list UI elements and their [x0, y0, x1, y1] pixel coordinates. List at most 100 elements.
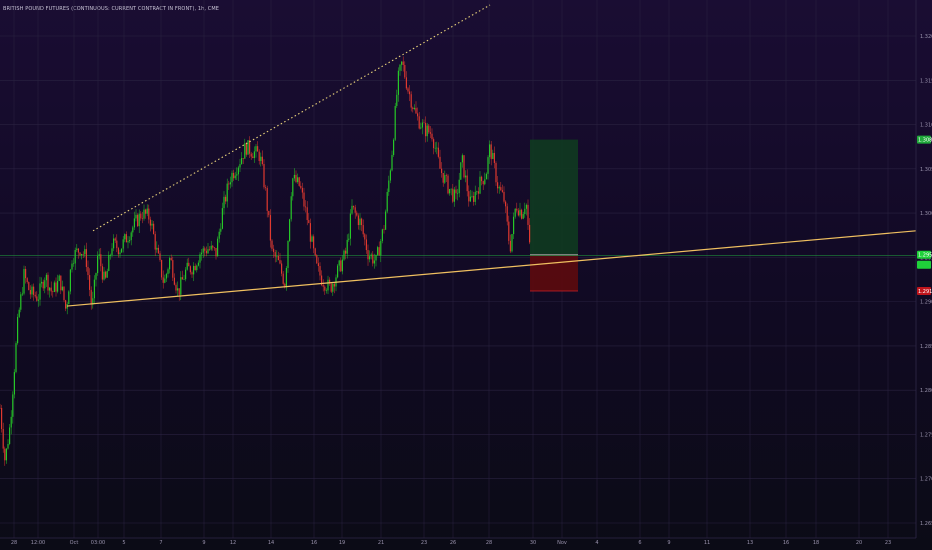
candle-body [231, 172, 233, 183]
candle-body [41, 281, 43, 284]
lower-trendline[interactable] [66, 230, 917, 307]
candle-body [258, 151, 260, 161]
candle-body [226, 183, 228, 202]
candle-body [28, 282, 30, 291]
candle-body [63, 286, 65, 301]
candle-body [17, 316, 19, 344]
candle-body [513, 216, 515, 235]
y-tick-label: 1.2650 [920, 521, 932, 527]
candle-body [449, 189, 451, 194]
candle-body [365, 239, 367, 251]
candle-body [381, 229, 383, 242]
candle-body [122, 239, 124, 249]
candle-body [402, 61, 404, 66]
candle-body [186, 262, 188, 270]
candle-body [313, 236, 315, 249]
y-tick-label: 1.3100 [920, 123, 932, 129]
candle-body [492, 152, 494, 159]
candle-body [77, 248, 79, 253]
x-tick-label: 16 [311, 540, 317, 546]
candle-body [412, 107, 414, 110]
candle-body [428, 125, 430, 133]
candle-body [324, 286, 326, 291]
y-tick-label: 1.3000 [920, 211, 932, 217]
candle-body [97, 255, 99, 274]
candle-body [129, 240, 131, 242]
candle-body [461, 155, 463, 163]
candle-body [228, 183, 230, 185]
candle-body [199, 254, 201, 263]
candle-body [201, 252, 203, 255]
candle-body [471, 195, 473, 197]
candle-body [343, 250, 345, 260]
candle-body [341, 259, 343, 272]
candle-body [497, 182, 499, 189]
candle-body [209, 249, 211, 250]
candle-body [458, 179, 460, 194]
candle-body [476, 191, 478, 192]
candle-body [386, 192, 388, 212]
candle-body [100, 254, 102, 267]
candle-body [498, 187, 500, 189]
stop-zone[interactable] [530, 254, 578, 292]
candle-body [445, 175, 447, 176]
candle-body [156, 247, 158, 250]
candle-body [279, 260, 281, 264]
candle-body [370, 254, 372, 257]
candle-body [12, 394, 14, 417]
price-tag-bg [917, 260, 931, 269]
candle-body [263, 164, 265, 188]
candle-body [49, 287, 51, 291]
candle-body [10, 416, 12, 428]
candle-body [521, 209, 523, 219]
candle-body [362, 225, 364, 235]
candle-body [389, 170, 391, 181]
x-tick-label: 19 [339, 540, 345, 546]
candle-body [297, 177, 299, 183]
candle-body [111, 248, 113, 255]
candle-body [506, 206, 508, 222]
candle-body [473, 195, 475, 202]
candle-body [197, 262, 199, 266]
candle-body [117, 248, 119, 255]
candle-body [20, 294, 22, 310]
candle-body [340, 260, 342, 272]
candle-body [391, 154, 393, 171]
candle-body [455, 189, 457, 194]
x-tick-label: 12 [230, 540, 236, 546]
y-tick-label: 1.2850 [920, 344, 932, 350]
price-tag-current: 1.2953 [917, 250, 932, 259]
candle-body [369, 256, 371, 260]
candle-body [98, 254, 100, 256]
candle-body [425, 122, 427, 137]
candle-body [457, 193, 459, 194]
candle-body [90, 289, 92, 305]
x-tick-label: 28 [11, 540, 17, 546]
candle-body [34, 294, 36, 297]
candle-body [82, 253, 84, 255]
candle-body [354, 207, 356, 213]
candle-body [194, 265, 196, 271]
candle-body [265, 187, 267, 188]
candle-body [196, 265, 198, 271]
candle-body [132, 227, 134, 233]
target-zone[interactable] [530, 139, 578, 255]
candle-body [5, 448, 7, 461]
candle-body [348, 238, 350, 240]
candle-body [285, 267, 287, 288]
candle-body [394, 105, 396, 140]
candle-body [116, 240, 118, 249]
candle-body [268, 210, 270, 216]
candle-body [410, 94, 412, 108]
candle-body [36, 296, 38, 301]
candle-body [165, 273, 167, 279]
candle-body [405, 77, 407, 89]
candle-body [417, 113, 419, 117]
candle-body [327, 279, 329, 291]
chart-canvas[interactable]: 1.32001.31501.31001.30501.30001.29501.29… [0, 0, 932, 550]
candle-body [181, 277, 183, 280]
candle-body [68, 291, 70, 305]
x-tick-label: Nov [557, 540, 567, 546]
candle-body [58, 275, 60, 281]
candle-body [429, 132, 431, 134]
